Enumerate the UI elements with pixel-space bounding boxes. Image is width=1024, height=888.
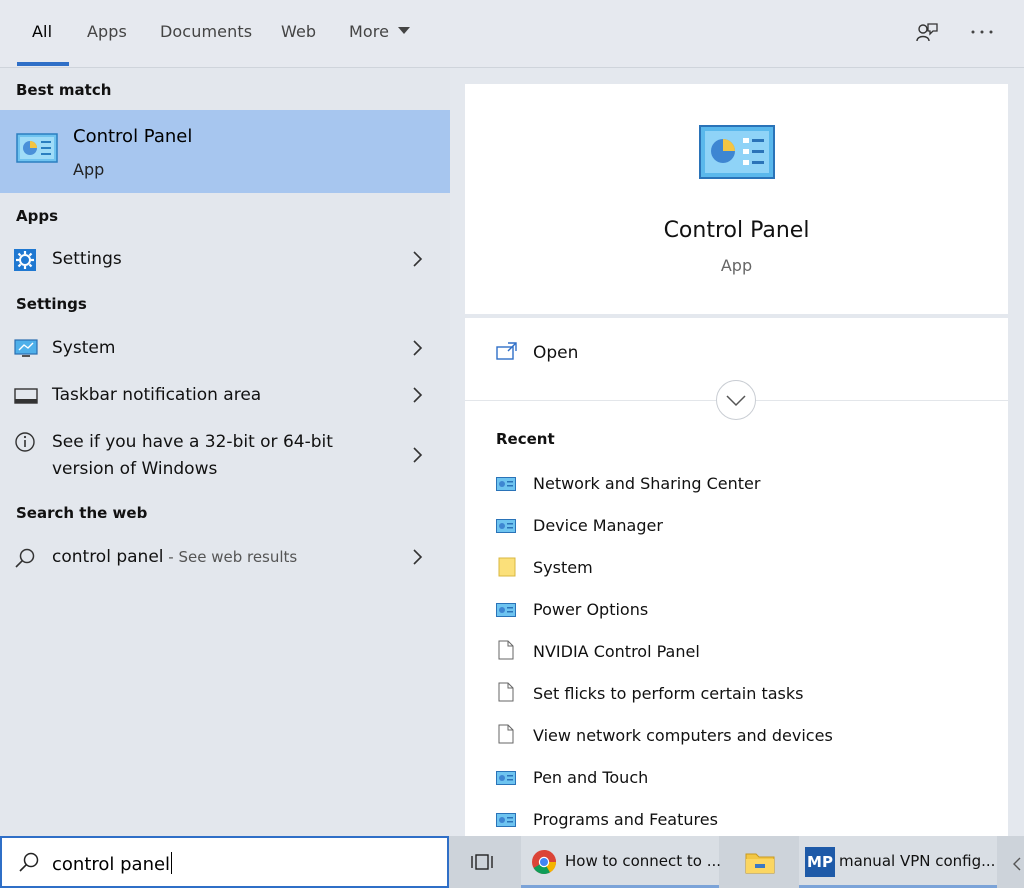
task-view-button[interactable] (460, 836, 504, 888)
search-icon (14, 547, 36, 573)
best-match-type: App (73, 160, 105, 179)
section-search-web: Search the web (16, 504, 148, 522)
recent-item-label: Programs and Features (533, 810, 718, 829)
result-32-or-64-bit[interactable]: See if you have a 32-bit or 64-bit versi… (0, 429, 450, 483)
web-search-label: control panel - See web results (52, 544, 297, 570)
result-label: System (52, 338, 116, 358)
recent-item-label: Network and Sharing Center (533, 474, 761, 493)
recent-item-label: Set flicks to perform certain tasks (533, 684, 804, 703)
control-panel-small-icon (496, 476, 516, 495)
recent-item[interactable]: System (496, 556, 996, 580)
tab-documents[interactable]: Documents (160, 22, 252, 41)
section-settings: Settings (16, 295, 87, 313)
search-query-text: control panel (52, 854, 171, 875)
search-value: control panel (52, 852, 173, 875)
more-options-icon[interactable] (970, 24, 994, 43)
recent-item-label: View network computers and devices (533, 726, 833, 745)
result-taskbar-notification-area[interactable]: Taskbar notification area (0, 382, 450, 408)
taskbar-file-explorer[interactable] (737, 836, 783, 888)
result-label: Taskbar notification area (52, 385, 262, 405)
open-label: Open (533, 343, 579, 363)
document-icon (498, 724, 514, 748)
monitor-icon (14, 339, 38, 363)
chrome-icon (531, 849, 557, 879)
taskbar-mp-window[interactable]: MP manual VPN config... (799, 836, 997, 888)
result-label: Settings (52, 249, 122, 269)
tab-all[interactable]: All (32, 22, 52, 41)
section-apps: Apps (16, 207, 59, 225)
mp-app-icon: MP (805, 847, 835, 877)
chevron-left-icon[interactable] (1012, 856, 1022, 875)
best-match-control-panel[interactable]: Control Panel App (0, 110, 450, 193)
control-panel-small-icon (496, 602, 516, 621)
recent-item-label: System (533, 558, 593, 577)
folder-icon (498, 557, 516, 581)
active-tab-indicator (17, 62, 69, 66)
chevron-right-icon[interactable] (410, 250, 424, 272)
recent-item[interactable]: NVIDIA Control Panel (496, 640, 996, 664)
recent-item-label: NVIDIA Control Panel (533, 642, 700, 661)
taskbar-chrome-window[interactable]: How to connect to ... (521, 836, 722, 888)
recent-title: Recent (496, 430, 555, 448)
result-web-search[interactable]: control panel - See web results (0, 544, 450, 570)
expand-button[interactable] (716, 380, 756, 420)
chevron-right-icon[interactable] (410, 386, 424, 408)
result-label-line-1: See if you have a 32-bit or 64-bit (52, 432, 333, 452)
detail-type: App (720, 256, 753, 275)
chevron-right-icon[interactable] (410, 339, 424, 361)
control-panel-small-icon (496, 518, 516, 537)
recent-item[interactable]: Network and Sharing Center (496, 472, 996, 496)
recent-item[interactable]: Programs and Features (496, 808, 996, 832)
chevron-right-icon[interactable] (410, 548, 424, 570)
document-icon (498, 682, 514, 706)
document-icon (498, 640, 514, 664)
open-action[interactable]: Open (465, 334, 1008, 374)
recent-item[interactable]: Set flicks to perform certain tasks (496, 682, 996, 706)
recent-item-label: Device Manager (533, 516, 663, 535)
control-panel-small-icon (496, 812, 516, 831)
mp-window-title: manual VPN config... (839, 852, 996, 870)
web-results-hint: - See web results (163, 548, 298, 566)
chrome-window-title: How to connect to ... (565, 852, 722, 870)
chevron-down-icon (726, 395, 746, 407)
tab-apps[interactable]: Apps (87, 22, 127, 41)
recent-item[interactable]: Power Options (496, 598, 996, 622)
detail-actions: Open Recent Network and Sharing Center D… (465, 318, 1008, 836)
detail-title: Control Panel (663, 218, 810, 243)
info-icon (14, 431, 36, 457)
recent-item-label: Power Options (533, 600, 649, 619)
tab-more-label: More (349, 22, 390, 41)
detail-header: Control Panel App (465, 84, 1008, 314)
tab-more[interactable]: More (349, 22, 411, 41)
tab-web[interactable]: Web (281, 22, 316, 41)
folder-icon (745, 850, 775, 878)
result-settings-app[interactable]: Settings (0, 246, 450, 272)
text-cursor (171, 852, 173, 874)
recent-item[interactable]: View network computers and devices (496, 724, 996, 748)
result-system[interactable]: System (0, 335, 450, 361)
taskbar-icon (14, 388, 38, 408)
search-scope-tabs: All Apps Documents Web More (0, 0, 1024, 68)
section-best-match: Best match (16, 81, 112, 99)
search-input[interactable]: control panel (0, 836, 449, 888)
recent-item[interactable]: Device Manager (496, 514, 996, 538)
gear-icon (14, 249, 36, 275)
control-panel-icon (16, 132, 58, 168)
task-view-icon (470, 852, 494, 876)
feedback-icon[interactable] (914, 20, 940, 50)
result-label-line-2: version of Windows (52, 459, 218, 479)
search-icon (18, 851, 40, 877)
recent-item-label: Pen and Touch (533, 768, 649, 787)
open-icon (496, 342, 518, 364)
best-match-name: Control Panel (73, 126, 193, 147)
chevron-down-icon (398, 27, 411, 34)
chevron-right-icon[interactable] (410, 446, 424, 468)
recent-item[interactable]: Pen and Touch (496, 766, 996, 790)
control-panel-small-icon (496, 770, 516, 789)
taskbar: control panel How to connect to ... MP m… (0, 836, 1024, 888)
web-query: control panel (52, 547, 164, 567)
results-list: Best match Control Panel App Apps Settin… (0, 68, 450, 836)
control-panel-large-icon (699, 125, 775, 183)
